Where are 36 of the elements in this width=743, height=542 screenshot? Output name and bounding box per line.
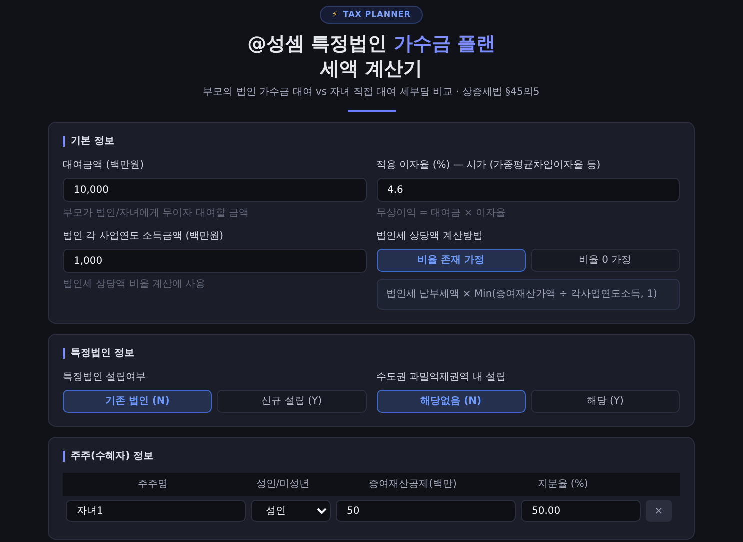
help-text: 무상이익 = 대여금 × 이자율 bbox=[376, 208, 506, 220]
option-button[interactable]: 비율 존재 가정 bbox=[376, 249, 526, 272]
section-title: 주주(수혜자) 정보 bbox=[63, 451, 154, 462]
name-field[interactable]: 자녀1 bbox=[66, 500, 246, 522]
section-title: 기본 정보 bbox=[63, 136, 114, 148]
column-header: 성인/미성년 bbox=[256, 479, 310, 490]
badge-label: TAX PLANNER bbox=[343, 9, 411, 21]
column-header: 지분율 (%) bbox=[538, 479, 588, 490]
lightning-icon: ⚡ bbox=[332, 9, 338, 21]
formula-note: 법인세 납부세액 × Min(증여재산가액 ÷ 각사업연도소득, 1) bbox=[376, 279, 680, 310]
option-button[interactable]: 기존 법인 (N) bbox=[63, 390, 212, 414]
page-title: @성셈 특정법인 가수금 플랜 bbox=[248, 33, 496, 55]
column-header: 증여재산공제(백만) bbox=[369, 479, 457, 490]
help-text: 법인세 상당액 비율 계산에 사용 bbox=[63, 279, 206, 290]
page-title: 세액 계산기 bbox=[320, 58, 422, 80]
remove-button[interactable]: × bbox=[646, 500, 672, 522]
share-field[interactable]: 50.00 bbox=[521, 500, 641, 522]
field-label: 대여금액 (백만원) bbox=[63, 160, 144, 172]
option-button[interactable]: 비율 0 가정 bbox=[530, 249, 680, 272]
section-title: 특정법인 정보 bbox=[63, 348, 134, 360]
input-field[interactable]: 10,000 bbox=[63, 178, 366, 202]
page-subtitle: 부모의 법인 가수금 대여 vs 자녀 직접 대여 세부담 비교 · 상증세법 §45의5 bbox=[203, 87, 540, 98]
field-label: 법인세 상당액 계산방법 bbox=[376, 231, 483, 242]
option-button[interactable]: 신규 설립 (Y) bbox=[217, 390, 366, 414]
field-label: 수도권 과밀억제권역 내 설립 bbox=[376, 372, 506, 384]
option-button[interactable]: 해당 (Y) bbox=[530, 390, 680, 414]
deduction-field[interactable]: 50 bbox=[336, 500, 516, 522]
type-select[interactable]: 성인 bbox=[251, 500, 331, 522]
help-text: 부모가 법인/자녀에게 무이자 대여할 금액 bbox=[63, 208, 250, 220]
field-label: 특정법인 설립여부 bbox=[63, 372, 146, 384]
input-field[interactable]: 1,000 bbox=[63, 249, 366, 274]
input-field[interactable]: 4.6 bbox=[376, 178, 680, 202]
field-label: 적용 이자율 (%) — 시가 (가중평균차입이자율 등) bbox=[376, 160, 601, 172]
field-label: 법인 각 사업연도 소득금액 (백만원) bbox=[63, 231, 224, 242]
option-button[interactable]: 해당없음 (N) bbox=[376, 390, 526, 414]
column-header: 주주명 bbox=[138, 479, 168, 490]
